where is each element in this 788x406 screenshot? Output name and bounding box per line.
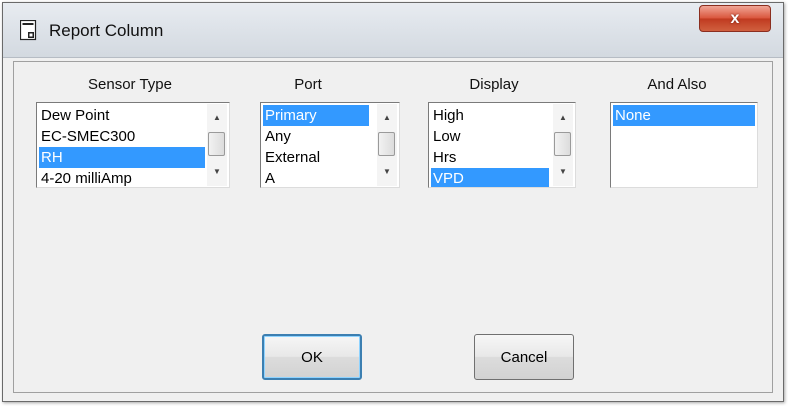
close-icon: x — [730, 9, 740, 27]
dialog-body: Sensor Type Dew Point EC-SMEC300 RH 4-20… — [13, 61, 773, 393]
down-arrow-icon[interactable]: ▼ — [207, 162, 227, 182]
port-list[interactable]: Primary Any External A ▲ ▼ — [260, 102, 400, 188]
sensor-type-scrollbar[interactable]: ▲ ▼ — [207, 104, 227, 186]
port-scrollbar[interactable]: ▲ ▼ — [377, 104, 397, 186]
list-item[interactable]: Low — [431, 126, 551, 147]
sensor-type-list[interactable]: Dew Point EC-SMEC300 RH 4-20 milliAmp ▲ … — [36, 102, 230, 188]
scroll-thumb[interactable] — [378, 132, 395, 156]
up-arrow-icon[interactable]: ▲ — [377, 108, 397, 128]
dialog-icon — [20, 20, 37, 41]
report-column-dialog: Report Column x Sensor Type Dew Point EC… — [2, 2, 784, 402]
list-item[interactable]: High — [431, 105, 551, 126]
list-item-selected[interactable]: RH — [39, 147, 205, 168]
down-arrow-icon[interactable]: ▼ — [377, 162, 397, 182]
list-item[interactable]: Dew Point — [39, 105, 205, 126]
display-label: Display — [469, 76, 519, 93]
scroll-thumb[interactable] — [554, 132, 571, 156]
port-label: Port — [294, 76, 322, 93]
list-item[interactable]: EC-SMEC300 — [39, 126, 205, 147]
list-item[interactable]: External — [263, 147, 373, 168]
down-arrow-icon[interactable]: ▼ — [553, 162, 573, 182]
list-item[interactable]: Hrs — [431, 147, 551, 168]
list-item[interactable]: Any — [263, 126, 373, 147]
list-item-selected[interactable]: VPD — [431, 168, 549, 187]
and-also-label: And Also — [647, 76, 707, 93]
sensor-type-label: Sensor Type — [88, 76, 172, 93]
close-button[interactable]: x — [699, 5, 771, 32]
and-also-list[interactable]: None — [610, 102, 758, 188]
list-item[interactable]: 4-20 milliAmp — [39, 168, 205, 187]
display-scrollbar[interactable]: ▲ ▼ — [553, 104, 573, 186]
up-arrow-icon[interactable]: ▲ — [207, 108, 227, 128]
list-item-selected[interactable]: Primary — [263, 105, 369, 126]
list-item-selected[interactable]: None — [613, 105, 755, 126]
title-bar[interactable]: Report Column x — [3, 3, 783, 58]
ok-button[interactable]: OK — [262, 334, 362, 380]
scroll-thumb[interactable] — [208, 132, 225, 156]
window-title: Report Column — [49, 21, 164, 40]
display-list[interactable]: High Low Hrs VPD ▲ ▼ — [428, 102, 576, 188]
cancel-button[interactable]: Cancel — [474, 334, 574, 380]
list-item[interactable]: A — [263, 168, 373, 187]
up-arrow-icon[interactable]: ▲ — [553, 108, 573, 128]
